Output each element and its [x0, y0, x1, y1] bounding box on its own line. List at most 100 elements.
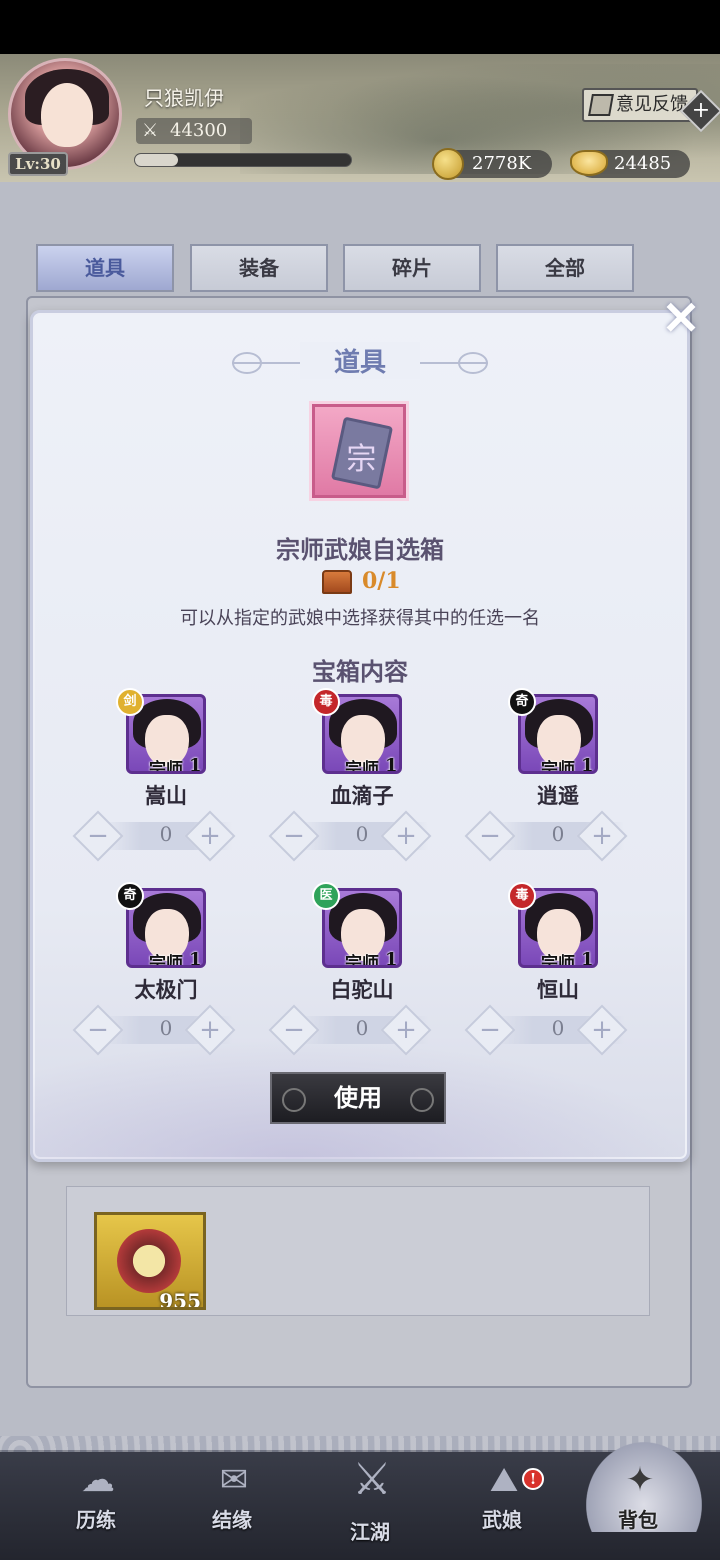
hero-name: 太极门	[134, 977, 198, 1002]
rank-count: 1	[385, 949, 398, 968]
hero-option: 宗师 1 毒 恒山 − 0 +	[464, 882, 664, 1058]
tab-equipment[interactable]: 装备	[190, 244, 328, 292]
minus-icon: −	[479, 821, 501, 851]
hero-option: 宗师 1 奇 逍遥 − 0 +	[464, 688, 664, 864]
cloud-icon: ☁	[81, 1460, 115, 1500]
crossed-swords-icon: ⚔	[352, 1454, 392, 1505]
plus-icon: +	[591, 1015, 613, 1045]
decrement-button[interactable]: −	[464, 1004, 516, 1056]
plus-icon: +	[199, 1015, 221, 1045]
nav-heroines[interactable]: ⛰ ! 武娘	[442, 1450, 562, 1560]
chest-icon	[322, 570, 352, 594]
nav-label: 结缘	[212, 1508, 252, 1532]
contents-title: 宝箱内容	[312, 657, 408, 686]
backpack-item-slot[interactable]: 955	[94, 1212, 206, 1310]
faction-badge-icon: 奇	[508, 688, 536, 716]
plus-icon: +	[199, 821, 221, 851]
rank-label: 宗师	[541, 760, 575, 774]
nav-jianghu[interactable]: ⚔ 江湖	[310, 1450, 430, 1560]
feedback-label: 意见反馈	[616, 94, 688, 115]
coin-value: 2778K	[472, 153, 532, 174]
power-value: 44300	[170, 120, 228, 141]
increment-button[interactable]: +	[576, 1004, 628, 1056]
notification-badge: !	[522, 1468, 544, 1490]
dialog-title: 道具	[300, 342, 420, 379]
decrement-button[interactable]: −	[464, 810, 516, 862]
cloud-ornament-icon	[458, 352, 488, 374]
plus-icon: +	[395, 1015, 417, 1045]
power-icon: ⚔	[142, 120, 159, 141]
jade-seal-icon	[117, 1229, 181, 1293]
tab-items[interactable]: 道具	[36, 244, 174, 292]
rank-count: 1	[581, 949, 594, 968]
increment-button[interactable]: +	[184, 1004, 236, 1056]
rank-label: 宗师	[541, 954, 575, 968]
hero-option: 宗师 1 奇 太极门 − 0 +	[72, 882, 272, 1058]
fan-icon: ✉	[219, 1460, 249, 1500]
owned-count: 0/1	[362, 568, 401, 594]
bag-icon: ✦	[625, 1460, 655, 1500]
gold-value: 24485	[614, 153, 672, 174]
minus-icon: −	[479, 1015, 501, 1045]
avatar-face	[41, 83, 93, 147]
decrement-button[interactable]: −	[72, 810, 124, 862]
gold-counter: 24485	[570, 150, 690, 178]
use-button[interactable]: 使用	[270, 1072, 446, 1124]
hero-name: 白驼山	[330, 977, 394, 1002]
rank-count: 1	[385, 755, 398, 774]
nav-label: 历练	[76, 1508, 116, 1532]
decrement-button[interactable]: −	[268, 810, 320, 862]
status-bar	[0, 0, 720, 54]
increment-button[interactable]: +	[380, 810, 432, 862]
minus-icon: −	[283, 1015, 305, 1045]
exp-bar	[134, 153, 352, 167]
gold-ingot-icon	[570, 150, 608, 176]
rank-count: 1	[189, 949, 202, 968]
plus-icon: +	[691, 98, 711, 123]
faction-badge-icon: 奇	[116, 882, 144, 910]
nav-label: 武娘	[482, 1508, 522, 1532]
level-badge: Lv:30	[8, 152, 68, 176]
decrement-button[interactable]: −	[268, 1004, 320, 1056]
combat-power: ⚔ 44300	[136, 118, 252, 144]
close-button[interactable]: ✕	[660, 295, 702, 341]
item-name: 宗师武娘自选箱	[276, 535, 444, 564]
minus-icon: −	[87, 1015, 109, 1045]
quantity-stepper: − 0 +	[464, 810, 652, 862]
hero-option: 宗师 1 剑 嵩山 − 0 +	[72, 688, 272, 864]
item-glyph: 宗	[346, 441, 377, 477]
faction-badge-icon: 毒	[508, 882, 536, 910]
nav-backpack[interactable]: ✦ 背包	[578, 1442, 702, 1560]
rank-label: 宗师	[149, 954, 183, 968]
hero-name: 恒山	[537, 977, 579, 1002]
minus-icon: −	[283, 821, 305, 851]
nav-bonds[interactable]: ✉ 结缘	[172, 1450, 292, 1560]
hero-option: 宗师 1 医 白驼山 − 0 +	[268, 882, 468, 1058]
nav-label: 背包	[618, 1508, 658, 1532]
faction-badge-icon: 毒	[312, 688, 340, 716]
quantity-stepper: − 0 +	[268, 1004, 456, 1056]
hero-name: 血滴子	[330, 783, 394, 808]
hero-name: 嵩山	[145, 783, 187, 808]
feedback-button[interactable]: 意见反馈	[582, 88, 698, 122]
nav-training[interactable]: ☁ 历练	[36, 1450, 156, 1560]
coin-icon	[432, 148, 464, 180]
increment-button[interactable]: +	[184, 810, 236, 862]
increment-button[interactable]: +	[576, 810, 628, 862]
plus-icon: +	[395, 821, 417, 851]
faction-badge-icon: 剑	[116, 688, 144, 716]
minus-icon: −	[87, 821, 109, 851]
tab-fragments[interactable]: 碎片	[343, 244, 481, 292]
rank-label: 宗师	[345, 760, 379, 774]
player-header: Lv:30 只狼凯伊 ⚔ 44300 意见反馈 2778K 24485 +	[0, 54, 720, 182]
rank-label: 宗师	[345, 954, 379, 968]
increment-button[interactable]: +	[380, 1004, 432, 1056]
feedback-icon	[588, 94, 614, 116]
cloud-ornament-icon	[232, 352, 262, 374]
bottom-navigation: ☁ 历练 ✉ 结缘 ⚔ 江湖 ⛰ ! 武娘 ✦ 背包	[0, 1436, 720, 1560]
token-card-icon: 宗	[330, 416, 394, 490]
quantity-stepper: − 0 +	[268, 810, 456, 862]
tab-all[interactable]: 全部	[496, 244, 634, 292]
decrement-button[interactable]: −	[72, 1004, 124, 1056]
item-description: 可以从指定的武娘中选择获得其中的任选一名	[180, 608, 540, 629]
